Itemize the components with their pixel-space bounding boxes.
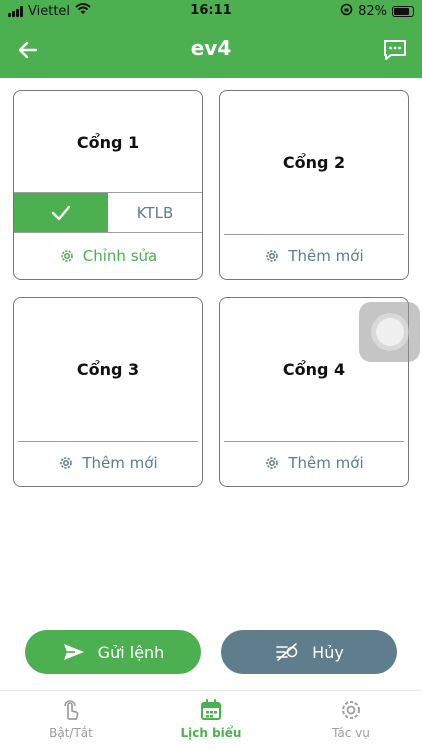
toggle-label: KTLB [136,203,174,222]
gear-icon [60,250,73,262]
message-icon [384,40,406,60]
status-bar: Viettel 16:11 82% [0,0,422,22]
card-divider [224,441,404,442]
edit-label: Chỉnh sửa [82,247,158,265]
assistive-ring-inner [376,318,404,346]
status-right: 82% [340,3,414,20]
bottom-tab-bar: Bật/Tắt Lịch biểu Tác vụ [0,690,422,750]
battery-icon [392,6,414,17]
gear-icon [266,457,279,469]
tab-schedule[interactable]: Lịch biểu [141,697,281,747]
schedule-toggle[interactable]: KTLB [14,192,202,233]
send-command-button[interactable]: Gửi lệnh [25,630,201,674]
gear-icon [342,701,360,719]
cancel-label: Hủy [312,642,344,662]
assistive-touch-button[interactable] [359,302,420,362]
send-command-label: Gửi lệnh [97,642,165,662]
send-icon [63,644,84,660]
tab-on-off[interactable]: Bật/Tắt [1,697,141,747]
add-new-button[interactable]: Thêm mới [220,450,408,476]
card-divider [224,234,404,235]
gear-icon [266,250,279,262]
nav-bar: ev4 [0,22,422,78]
rotation-lock-icon [340,3,353,20]
gate-card-1: Cổng 1 KTLB Chỉnh sửa [13,90,203,280]
card-divider [18,441,198,442]
check-icon [51,205,71,220]
gate-title: Cổng 2 [282,153,346,172]
cancel-button[interactable]: Hủy [221,630,397,674]
battery-percent: 82% [358,4,387,19]
add-new-label: Thêm mới [288,454,364,472]
tab-label: Tác vụ [332,726,370,740]
add-new-label: Thêm mới [288,247,364,265]
top-bar: Viettel 16:11 82% ev4 [0,0,422,78]
gate-title: Cổng 4 [282,360,346,379]
calendar-icon [201,699,221,720]
tab-tasks[interactable]: Tác vụ [281,697,421,747]
gate-card-2: Cổng 2 Thêm mới [219,90,409,280]
gate-card-3: Cổng 3 Thêm mới [13,297,203,487]
tab-label: Lịch biểu [180,726,242,740]
message-button[interactable] [380,35,410,65]
gate-title: Cổng 3 [76,360,140,379]
edit-button[interactable]: Chỉnh sửa [14,243,202,269]
page-title: ev4 [190,36,232,60]
cancel-icon [276,643,298,661]
add-new-button[interactable]: Thêm mới [220,243,408,269]
tab-label: Bật/Tắt [49,726,93,740]
gate-title: Cổng 1 [76,133,140,152]
touch-icon [64,700,79,720]
toggle-on-state[interactable] [14,193,108,232]
gear-icon [60,457,73,469]
add-new-label: Thêm mới [82,454,158,472]
add-new-button[interactable]: Thêm mới [14,450,202,476]
